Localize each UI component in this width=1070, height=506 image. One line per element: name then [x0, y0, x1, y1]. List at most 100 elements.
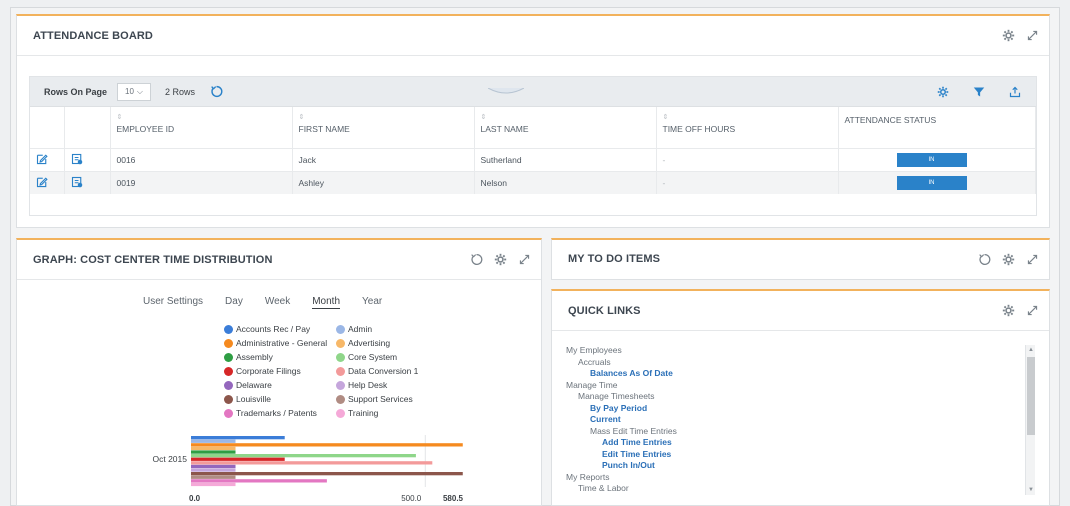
chevron-down-icon: ⌵: [136, 86, 143, 96]
chart-bar[interactable]: [191, 443, 463, 447]
tab-week[interactable]: Week: [265, 296, 290, 309]
legend-item[interactable]: Accounts Rec / Pay: [224, 324, 336, 334]
quick-link[interactable]: Current: [566, 414, 1026, 426]
legend-item[interactable]: Admin: [336, 324, 436, 334]
scroll-thumb[interactable]: [1027, 357, 1035, 435]
quick-link[interactable]: Add Time Entries: [566, 437, 1026, 449]
chart-bar[interactable]: [191, 464, 236, 469]
legend-label: Assembly: [236, 352, 273, 362]
x-tick-label: 580.5: [443, 494, 464, 503]
settings-gear-icon[interactable]: [1001, 29, 1015, 43]
legend-item[interactable]: Data Conversion 1: [336, 366, 436, 376]
timesheet-icon[interactable]: [71, 176, 83, 188]
chart-bar[interactable]: [191, 461, 433, 465]
grid-settings-gear-icon[interactable]: [936, 85, 950, 99]
chart-bar[interactable]: [191, 472, 463, 476]
expand-icon[interactable]: [1025, 29, 1039, 43]
export-icon[interactable]: [1008, 85, 1022, 99]
quick-link[interactable]: Edit Time Entries: [566, 449, 1026, 461]
legend-item[interactable]: Louisville: [224, 394, 336, 404]
quick-link-group: Mass Edit Time Entries: [590, 425, 677, 436]
legend-item[interactable]: Corporate Filings: [224, 366, 336, 376]
column-header-label: LAST NAME: [480, 124, 529, 134]
refresh-icon[interactable]: [469, 253, 483, 267]
legend-swatch: [224, 352, 233, 362]
legend-item[interactable]: Core System: [336, 352, 436, 362]
collapse-handle-icon[interactable]: [488, 88, 524, 96]
quick-link[interactable]: By Pay Period: [566, 403, 1026, 415]
chart-bar[interactable]: [191, 439, 236, 443]
expand-icon[interactable]: [1025, 304, 1039, 318]
grid-toolbar: Rows On Page 10 ⌵ 2 Rows: [30, 77, 1036, 107]
legend-item[interactable]: Training: [336, 408, 436, 418]
legend-item[interactable]: Trademarks / Patents: [224, 408, 336, 418]
expand-icon[interactable]: [517, 253, 531, 267]
chart-bar[interactable]: [191, 457, 285, 461]
rows-on-page-label: Rows On Page: [44, 86, 108, 97]
time-off-hours-cell: -: [656, 170, 839, 194]
status-badge[interactable]: IN: [896, 175, 967, 190]
chart-bar[interactable]: [191, 482, 236, 487]
cost-center-graph-widget: GRAPH: COST CENTER TIME DISTRIBUTION Use…: [16, 238, 542, 506]
first-name-cell: Ashley: [292, 170, 475, 194]
settings-gear-icon[interactable]: [493, 253, 507, 267]
quick-link[interactable]: Balances As Of Date: [566, 368, 1026, 380]
time-off-hours-cell: -: [656, 147, 839, 171]
legend-swatch: [224, 408, 233, 418]
column-header-attendance-status[interactable]: ATTENDANCE STATUS: [838, 107, 1036, 148]
legend-item[interactable]: Delaware: [224, 380, 336, 390]
settings-gear-icon[interactable]: [1001, 252, 1015, 266]
legend-swatch: [336, 324, 345, 334]
tab-month[interactable]: Month: [312, 296, 341, 309]
x-tick-label: 500.0: [401, 494, 422, 503]
legend-item[interactable]: Administrative - General: [224, 338, 336, 348]
first-name-cell: Jack: [292, 147, 475, 171]
settings-gear-icon[interactable]: [1001, 304, 1015, 318]
column-header-employee-id[interactable]: ⇕ EMPLOYEE ID: [110, 107, 293, 148]
legend-item[interactable]: Advertising: [336, 338, 436, 348]
tab-user-settings[interactable]: User Settings: [143, 296, 203, 309]
timesheet-icon[interactable]: [71, 153, 83, 165]
quick-links-widget: QUICK LINKS My Employees Accruals Balances…: [551, 289, 1050, 506]
edit-icon[interactable]: [36, 176, 48, 188]
attendance-board-widget: ATTENDANCE BOARD Rows On Page 10 ⌵ 2 Row…: [16, 14, 1050, 228]
chart-bar[interactable]: [191, 468, 236, 472]
scroll-down-icon[interactable]: ▼: [1026, 487, 1036, 493]
rows-per-page-select[interactable]: 10 ⌵: [117, 82, 152, 101]
refresh-icon[interactable]: [977, 252, 991, 266]
legend-item[interactable]: Assembly: [224, 352, 336, 362]
tab-day[interactable]: Day: [225, 296, 243, 309]
quick-link[interactable]: Punch In/Out: [566, 460, 1026, 472]
chart-bar[interactable]: [191, 446, 236, 451]
legend-swatch: [224, 338, 233, 348]
refresh-icon[interactable]: [209, 85, 223, 99]
legend-item[interactable]: Help Desk: [336, 380, 436, 390]
legend-swatch: [224, 324, 233, 334]
status-badge[interactable]: IN: [896, 152, 967, 167]
chart-bar[interactable]: [191, 479, 327, 483]
scroll-up-icon[interactable]: ▲: [1026, 347, 1036, 353]
x-tick-label: 0.0: [189, 494, 201, 503]
expand-icon[interactable]: [1025, 252, 1039, 266]
legend-label: Louisville: [236, 394, 271, 404]
legend-label: Help Desk: [348, 380, 388, 390]
graph-header: GRAPH: COST CENTER TIME DISTRIBUTION: [17, 240, 541, 280]
tab-year[interactable]: Year: [362, 296, 382, 309]
table-row: 0019 Ashley Nelson - IN: [30, 170, 1036, 194]
quick-links-scrollbar[interactable]: ▲ ▼: [1025, 345, 1035, 495]
column-header-last-name[interactable]: ⇕ LAST NAME: [474, 107, 657, 148]
chart-bar[interactable]: [191, 475, 236, 479]
column-header-time-off-hours[interactable]: ⇕ TIME OFF HOURS: [656, 107, 839, 148]
column-header-first-name[interactable]: ⇕ FIRST NAME: [292, 107, 475, 148]
filter-icon[interactable]: [972, 85, 986, 99]
chart-bar[interactable]: [191, 436, 285, 440]
chart-bar[interactable]: [191, 450, 236, 454]
attendance-board-header: ATTENDANCE BOARD: [17, 16, 1049, 56]
legend-item[interactable]: Support Services: [336, 394, 436, 404]
edit-column-header: [30, 107, 65, 148]
chart-bar[interactable]: [191, 454, 416, 458]
edit-icon[interactable]: [36, 153, 48, 165]
attendance-grid: Rows On Page 10 ⌵ 2 Rows ⇕ EMPLOYEE ID ⇕…: [29, 76, 1037, 216]
quick-links-tree: My Employees Accruals Balances As Of Date M…: [566, 345, 1026, 501]
attendance-table: ⇕ EMPLOYEE ID ⇕ FIRST NAME ⇕ LAST NAME ⇕ TIM…: [30, 107, 1036, 194]
